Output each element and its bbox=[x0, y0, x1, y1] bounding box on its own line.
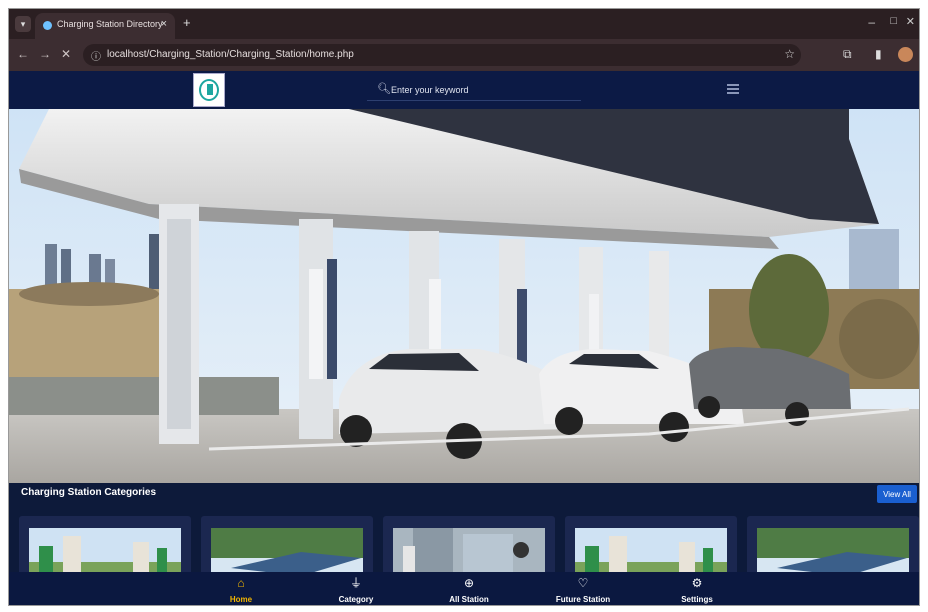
search-input[interactable] bbox=[391, 81, 571, 99]
nav-all-station[interactable]: ⊕ All Station bbox=[429, 576, 509, 604]
maximize-icon[interactable]: □ bbox=[890, 15, 897, 27]
category-card[interactable] bbox=[565, 516, 737, 580]
address-bar: ← → ✕ ⓘ localhost/Charging_Station/Charg… bbox=[9, 39, 919, 71]
tab-close-icon[interactable]: × bbox=[161, 18, 167, 30]
nav-category[interactable]: ⏚ Category bbox=[316, 576, 396, 604]
bookmark-star-icon[interactable]: ☆ bbox=[784, 47, 795, 61]
stop-icon[interactable]: ✕ bbox=[61, 47, 71, 61]
search-bar: 🔍︎ bbox=[367, 79, 581, 101]
url-text[interactable]: localhost/Charging_Station/Charging_Stat… bbox=[107, 49, 354, 60]
nav-settings[interactable]: ⚙ Settings bbox=[657, 576, 737, 604]
nav-future-station[interactable]: ♡ Future Station bbox=[543, 576, 623, 604]
nav-label: Category bbox=[338, 595, 374, 604]
nav-home[interactable]: ⌂ Home bbox=[201, 576, 281, 604]
minimize-icon[interactable]: – bbox=[868, 15, 875, 29]
nav-label: Future Station bbox=[555, 595, 611, 604]
logo[interactable] bbox=[193, 73, 225, 107]
category-card[interactable] bbox=[383, 516, 555, 580]
home-icon: ⌂ bbox=[237, 576, 245, 590]
gear-icon: ⚙ bbox=[691, 576, 703, 590]
sidepanel-icon[interactable]: ▮ bbox=[875, 47, 882, 61]
extensions-icon[interactable]: ⧉ bbox=[843, 47, 852, 62]
category-card[interactable] bbox=[747, 516, 919, 580]
heart-icon: ♡ bbox=[577, 576, 589, 590]
browser-tab[interactable]: Charging Station Directory × bbox=[35, 13, 175, 39]
tab-strip: ▾ Charging Station Directory × + – □ ✕ bbox=[9, 9, 919, 39]
profile-avatar[interactable] bbox=[898, 47, 913, 62]
view-all-button[interactable]: View All bbox=[877, 485, 917, 503]
ev-charger-logo-icon bbox=[199, 79, 219, 101]
category-card[interactable] bbox=[19, 516, 191, 580]
globe-icon: ⊕ bbox=[463, 576, 475, 590]
search-icon[interactable]: 🔍︎ bbox=[377, 82, 391, 95]
bottom-nav: ⌂ Home ⏚ Category ⊕ All Station ♡ Future… bbox=[9, 572, 919, 605]
categories-title: Charging Station Categories bbox=[21, 487, 157, 498]
forward-icon[interactable]: → bbox=[39, 47, 51, 61]
nav-label: Home bbox=[229, 595, 253, 604]
category-card[interactable] bbox=[201, 516, 373, 580]
back-icon[interactable]: ← bbox=[17, 47, 29, 61]
nav-label: Settings bbox=[681, 595, 713, 604]
new-tab-icon[interactable]: + bbox=[183, 16, 191, 30]
browser-window: ▾ Charging Station Directory × + – □ ✕ ←… bbox=[8, 8, 920, 606]
tab-title: Charging Station Directory bbox=[57, 19, 163, 29]
url-field[interactable]: ⓘ localhost/Charging_Station/Charging_St… bbox=[83, 44, 801, 66]
tab-search-icon[interactable]: ▾ bbox=[15, 16, 31, 32]
hamburger-menu-icon[interactable] bbox=[727, 84, 739, 94]
site-header: 🔍︎ bbox=[9, 71, 919, 109]
favicon-icon bbox=[43, 21, 52, 30]
plug-icon: ⏚ bbox=[349, 576, 362, 590]
window-close-icon[interactable]: ✕ bbox=[906, 15, 915, 28]
hero-image bbox=[9, 109, 919, 483]
nav-label: All Station bbox=[449, 595, 489, 604]
site-info-icon[interactable]: ⓘ bbox=[91, 48, 101, 63]
